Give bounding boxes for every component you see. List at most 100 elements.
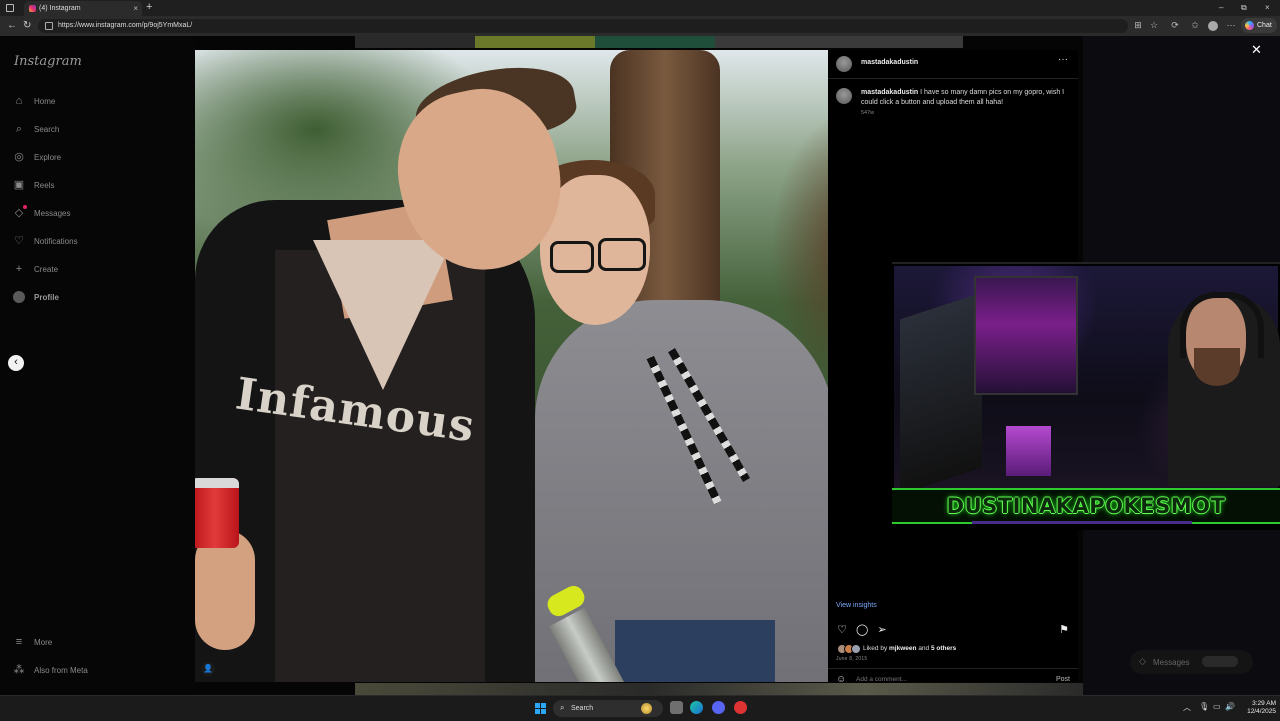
tab-title: (4) Instagram <box>39 5 81 12</box>
rgb-keyboard <box>1006 426 1051 476</box>
favorite-star-icon[interactable]: ☆ <box>1149 20 1159 30</box>
sidebar-item-label: Also from Meta <box>34 666 88 675</box>
sidebar-item-messages[interactable]: ◇ Messages <box>13 205 173 222</box>
close-modal-icon[interactable]: ✕ <box>1251 42 1262 58</box>
new-tab-button[interactable]: + <box>146 0 152 15</box>
comment-icon[interactable]: ◯ <box>856 624 868 636</box>
post-date: June 8, 2015 <box>836 656 868 662</box>
sidebar-item-profile[interactable]: Profile <box>13 290 173 306</box>
unread-badge <box>23 205 27 209</box>
soda-can-top <box>195 478 239 488</box>
sidebar-item-home[interactable]: ⌂ Home <box>13 94 173 110</box>
tab-instagram[interactable]: (4) Instagram × <box>24 1 142 16</box>
caption-avatar[interactable] <box>836 88 852 104</box>
backdrop-strip-bottom <box>355 683 1083 695</box>
chat-label: Chat <box>1257 22 1272 29</box>
compass-icon: ◎ <box>14 151 24 163</box>
banner-underline <box>972 521 1192 524</box>
previous-post-button[interactable]: ‹ <box>8 355 24 371</box>
sidebar-item-create[interactable]: + Create <box>13 262 173 278</box>
sidebar-item-notifications[interactable]: ♡ Notifications <box>13 234 173 250</box>
messages-floating-button[interactable]: ◇ Messages <box>1130 650 1253 674</box>
site-info-icon[interactable] <box>45 22 53 30</box>
app-icon[interactable] <box>734 701 747 714</box>
settings-more-icon[interactable]: ⋯ <box>1226 20 1236 30</box>
bookmark-icon[interactable]: ⚑ <box>1058 624 1070 636</box>
network-icon[interactable]: ▭ <box>1213 702 1221 711</box>
search-icon: ⌕ <box>15 123 23 135</box>
sidebar-item-label: Messages <box>34 209 71 218</box>
tray-chevron-icon[interactable]: ︿ <box>1183 702 1191 713</box>
glasses-lens <box>550 241 594 273</box>
heart-icon: ♡ <box>14 235 24 247</box>
liker-avatar <box>851 644 861 654</box>
restore-button[interactable]: ⧉ <box>1241 0 1247 15</box>
liked-user[interactable]: mjkween <box>889 645 916 652</box>
copilot-icon <box>1245 21 1254 30</box>
divider <box>828 668 1078 669</box>
webcam-scene <box>894 266 1280 495</box>
message-avatars <box>1202 656 1238 667</box>
url-text: https://www.instagram.com/p/9oj5YmMxaL/ <box>58 22 193 29</box>
copilot-chat-button[interactable]: Chat <box>1241 18 1277 33</box>
task-view-icon[interactable] <box>670 701 683 714</box>
meta-grid-icon: ⁂ <box>13 664 25 676</box>
post-comment-button[interactable]: Post <box>1056 676 1070 683</box>
sidebar-item-explore[interactable]: ◎ Explore <box>13 150 173 166</box>
minimize-button[interactable]: – <box>1219 0 1223 15</box>
clock-time: 3:29 AM <box>1252 700 1276 707</box>
extensions-icon[interactable]: ⟳ <box>1170 20 1180 30</box>
share-icon[interactable]: ➢ <box>876 624 888 636</box>
like-heart-icon[interactable]: ♡ <box>836 624 848 636</box>
apps-icon[interactable]: ⊞ <box>1133 20 1143 30</box>
instagram-logo[interactable]: Instagram <box>14 54 82 69</box>
divider <box>828 78 1078 79</box>
address-bar[interactable]: https://www.instagram.com/p/9oj5YmMxaL/ <box>38 19 1128 33</box>
window-close-button[interactable]: × <box>1265 0 1270 15</box>
hamburger-menu-icon: ≡ <box>15 636 23 648</box>
browser-tab-bar: (4) Instagram × + – ⧉ × <box>0 0 1280 16</box>
discord-icon[interactable] <box>712 701 725 714</box>
messenger-icon: ◇ <box>1139 656 1146 666</box>
caption-username[interactable]: mastadakadustin <box>861 89 918 96</box>
windows-start-icon[interactable] <box>535 703 546 714</box>
back-arrow-icon[interactable]: ← <box>7 19 17 33</box>
tab-close-icon[interactable]: × <box>133 1 138 16</box>
streamer-name: DUSTINAKAPOKESMOT <box>946 494 1226 518</box>
author-username[interactable]: mastadakadustin <box>861 59 918 66</box>
microphone-icon[interactable]: 🎙 <box>1199 702 1209 711</box>
post-caption: mastadakadustin I have so many damn pics… <box>861 88 1066 107</box>
sidebar-item-label: More <box>34 638 53 647</box>
search-icon: ⌕ <box>560 703 565 712</box>
edge-browser-icon[interactable] <box>690 701 703 714</box>
view-insights-link[interactable]: View insights <box>836 602 877 609</box>
headset <box>1180 292 1264 358</box>
author-avatar[interactable] <box>836 56 852 72</box>
sidebar-item-reels[interactable]: ▣ Reels <box>13 178 173 194</box>
jeans <box>615 620 775 682</box>
browser-profile-avatar[interactable] <box>1208 21 1218 31</box>
more-options-icon[interactable]: ··· <box>1058 54 1068 65</box>
refresh-icon[interactable]: ↻ <box>23 19 31 33</box>
rgb-pc-case <box>974 276 1078 395</box>
shirt-collar <box>313 240 453 390</box>
sidebar-item-also-from-meta[interactable]: ⁂ Also from Meta <box>13 663 173 679</box>
taskbar-clock[interactable]: 3:29 AM 12/4/2025 <box>1234 700 1276 716</box>
webcam-overlay: DUSTINAKAPOKESMOT <box>892 262 1280 530</box>
sidebar-item-label: Search <box>34 125 60 134</box>
emoji-icon[interactable]: ☺ <box>836 674 846 685</box>
monitor <box>900 292 982 495</box>
liked-others-link[interactable]: 5 others <box>931 645 956 652</box>
liked-and: and <box>918 645 930 652</box>
sidebar-item-label: Profile <box>34 293 59 302</box>
address-bar-row: ← ↻ https://www.instagram.com/p/9oj5YmMx… <box>0 16 1280 36</box>
sidebar-item-search[interactable]: ⌕ Search <box>13 122 173 138</box>
home-icon: ⌂ <box>15 95 23 107</box>
post-photo[interactable]: Infamous 👤 <box>195 50 828 682</box>
sidebar-item-more[interactable]: ≡ More <box>13 635 173 651</box>
tagged-people-icon[interactable]: 👤 <box>201 662 215 676</box>
comment-input[interactable]: Add a comment... <box>856 676 907 683</box>
taskbar-search[interactable]: ⌕ Search <box>553 700 663 717</box>
tab-actions-icon[interactable] <box>6 4 14 12</box>
favorites-icon[interactable]: ✩ <box>1190 20 1200 30</box>
